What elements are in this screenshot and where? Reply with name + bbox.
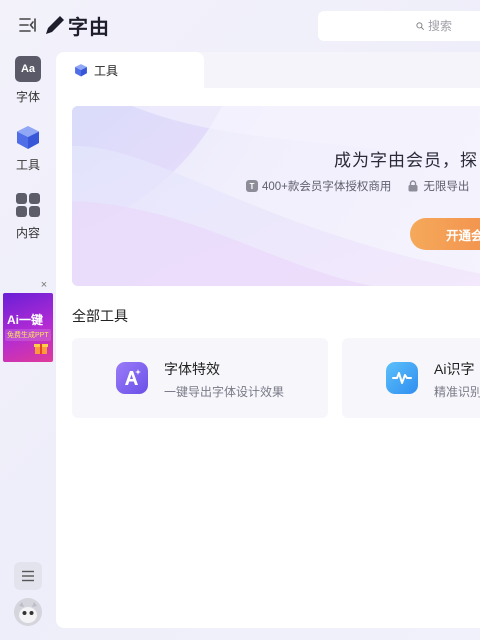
banner-feature: T 400+款会员字体授权商用 <box>246 178 391 194</box>
tab-label: 工具 <box>94 63 119 78</box>
tool-card-desc: 精准识别 <box>434 385 480 399</box>
tab-bar: 工具 <box>56 52 480 88</box>
brush-logo-icon <box>46 16 64 34</box>
lock-icon <box>408 180 418 192</box>
app-logo-text: 字由 <box>68 14 110 39</box>
menu-button[interactable] <box>14 562 42 590</box>
banner-feature-text: 400+款会员字体授权商用 <box>262 181 392 193</box>
main-panel: 工具 成为字由会员，探 T 400+款会员字体授权商用 无限导出 开通会 全部工… <box>56 52 480 628</box>
banner-background <box>72 106 480 286</box>
avatar[interactable] <box>14 598 42 626</box>
cube-icon <box>75 64 87 77</box>
tool-card-font-effects[interactable]: 字体特效 一键导出字体设计效果 <box>72 338 328 418</box>
sidebar-item-label: 字体 <box>15 90 40 104</box>
search-box[interactable] <box>318 11 480 41</box>
search-icon <box>416 22 424 30</box>
sidebar-item-fonts[interactable]: Aa 字体 <box>4 56 52 105</box>
app-logo[interactable]: 字由 <box>44 12 110 39</box>
tool-card-title: Ai识字 <box>434 361 475 377</box>
promo-ad[interactable]: Ai一键 免费生成PPT <box>3 293 53 362</box>
gift-icon <box>34 344 48 354</box>
tool-card-desc: 一键导出字体设计效果 <box>164 385 285 399</box>
sidebar-item-label: 内容 <box>15 226 40 240</box>
ad-title: Ai一键 <box>7 313 44 327</box>
ad-subtitle: 免费生成PPT <box>5 329 51 341</box>
banner-feature: 无限导出 <box>407 178 469 194</box>
sidebar-item-content[interactable]: 内容 <box>4 192 52 241</box>
ad-close-icon[interactable]: × <box>38 279 50 291</box>
collapse-sidebar-icon[interactable] <box>18 16 38 34</box>
cube-icon <box>17 126 39 149</box>
grid-icon <box>16 193 40 217</box>
tool-card-title: 字体特效 <box>164 361 220 377</box>
top-bar: 字由 <box>0 0 480 50</box>
sidebar-item-label: 工具 <box>15 158 40 172</box>
sidebar-item-tools[interactable]: 工具 <box>4 124 52 173</box>
search-input[interactable] <box>428 19 480 33</box>
banner-title: 成为字由会员，探 <box>334 151 478 170</box>
t-badge-icon: T <box>246 180 258 192</box>
font-icon: Aa <box>15 56 41 82</box>
open-membership-button[interactable]: 开通会 <box>410 218 480 250</box>
waveform-icon <box>386 362 418 394</box>
banner-features: T 400+款会员字体授权商用 无限导出 <box>246 178 469 194</box>
section-title: 全部工具 <box>72 308 128 324</box>
font-effect-icon <box>116 362 148 394</box>
banner-feature-text: 无限导出 <box>423 181 470 193</box>
tool-card-ai-ocr[interactable]: Ai识字 精准识别 <box>342 338 480 418</box>
tab-tools[interactable]: 工具 <box>56 52 204 88</box>
menu-icon <box>22 570 34 582</box>
membership-banner[interactable]: 成为字由会员，探 T 400+款会员字体授权商用 无限导出 开通会 <box>72 106 480 286</box>
user-avatar-icon <box>14 598 42 626</box>
